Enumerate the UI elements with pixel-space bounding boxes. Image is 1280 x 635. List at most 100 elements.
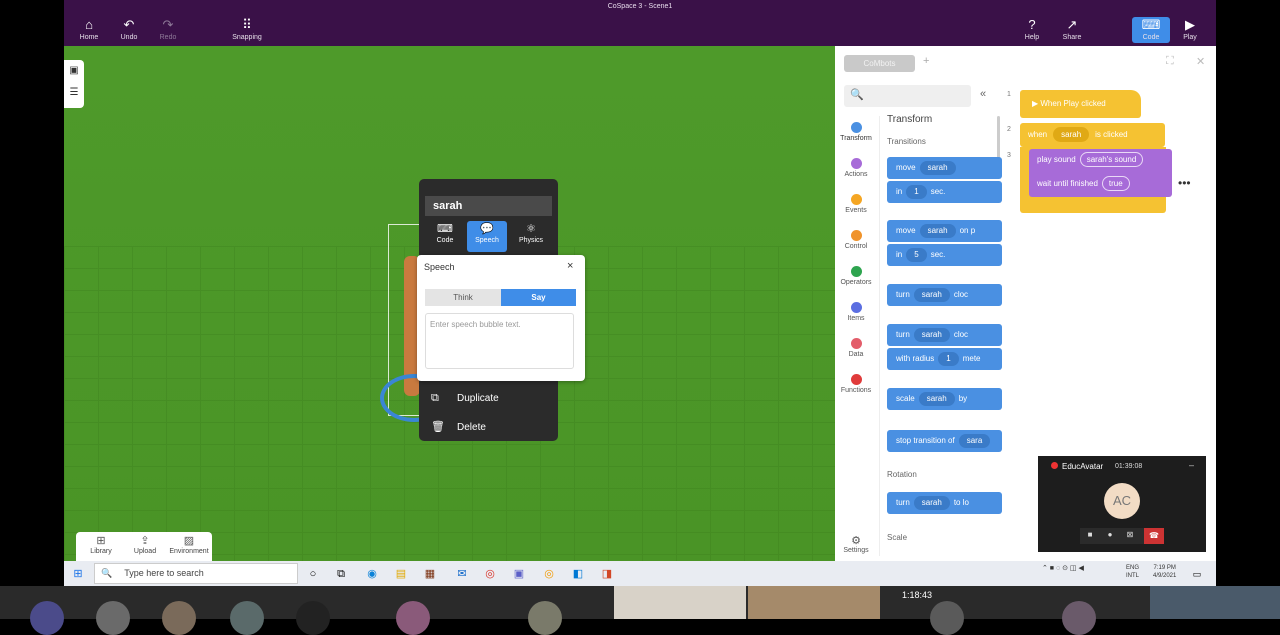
editor-tab[interactable]: CoMbots xyxy=(844,55,915,72)
upload-button[interactable]: ⇪ Upload xyxy=(123,534,167,555)
close-icon[interactable]: × xyxy=(567,260,573,272)
block-stop-transition[interactable]: stop transition of sara xyxy=(887,430,1002,452)
system-tray[interactable]: ⌃ ■ ◌ ⊙ ◫ ◀ xyxy=(1042,564,1084,572)
speech-text-input[interactable]: Enter speech bubble text. xyxy=(425,313,574,369)
category-operators[interactable]: Operators xyxy=(837,266,875,286)
category-data[interactable]: Data xyxy=(837,338,875,358)
edge-icon[interactable]: ◉ xyxy=(363,565,381,583)
mail-icon[interactable]: ✉ xyxy=(453,565,471,583)
block-move-duration[interactable]: in 5 sec. xyxy=(887,244,1002,266)
chrome-icon[interactable]: ◎ xyxy=(481,565,499,583)
participant-avatar[interactable] xyxy=(396,601,430,635)
category-functions[interactable]: Functions xyxy=(837,374,875,394)
number-input[interactable]: 1 xyxy=(938,352,959,366)
clock[interactable]: 7:19 PM 4/9/2021 xyxy=(1153,564,1176,580)
task-view-icon[interactable]: ⧉ xyxy=(332,565,350,583)
participant-avatar[interactable] xyxy=(528,601,562,635)
sound-dropdown[interactable]: sarah's sound xyxy=(1079,152,1144,167)
block-move-duration[interactable]: in 1 sec. xyxy=(887,181,1002,203)
block-turn-radius[interactable]: turn sarah cloc xyxy=(887,324,1002,346)
add-tab-button[interactable]: + xyxy=(923,55,929,67)
teams-icon[interactable]: ▣ xyxy=(510,565,528,583)
undo-button[interactable]: ↶ Undo xyxy=(109,18,149,42)
block-move[interactable]: move sarah xyxy=(887,157,1002,179)
cortana-icon[interactable]: ○ xyxy=(304,565,322,583)
settings-button[interactable]: ⚙ Settings xyxy=(843,534,869,554)
participant-avatar[interactable] xyxy=(230,601,264,635)
collapse-palette-icon[interactable]: « xyxy=(980,88,986,100)
category-items[interactable]: Items xyxy=(837,302,875,322)
participant-avatar[interactable] xyxy=(30,601,64,635)
notification-icon[interactable]: ▭ xyxy=(1188,565,1206,583)
microphone-icon[interactable]: ● xyxy=(1102,530,1118,539)
minimize-icon[interactable]: – xyxy=(1189,460,1194,470)
windows-start-icon[interactable]: ⊞ xyxy=(69,565,87,583)
share-button[interactable]: ↗ Share xyxy=(1052,18,1092,42)
play-sound-block[interactable]: play sound sarah's sound wait until finis… xyxy=(1029,149,1172,197)
category-events[interactable]: Events xyxy=(837,194,875,214)
object-dropdown[interactable]: sarah xyxy=(913,288,950,302)
object-name-field[interactable]: sarah xyxy=(425,196,552,216)
duplicate-menu-item[interactable]: ⧉ Duplicate xyxy=(431,388,551,408)
participant-avatar[interactable] xyxy=(296,601,330,635)
close-icon[interactable]: ✕ xyxy=(1196,55,1205,68)
block-turn[interactable]: turn sarah cloc xyxy=(887,284,1002,306)
event-block-play-clicked[interactable]: ▶ When Play clicked xyxy=(1020,90,1141,118)
window-icon[interactable]: ▣ xyxy=(64,60,84,82)
camera-icon[interactable]: ■ xyxy=(1082,530,1098,539)
participant-avatar[interactable] xyxy=(162,601,196,635)
number-input[interactable]: 1 xyxy=(906,185,927,199)
home-button[interactable]: ⌂ Home xyxy=(69,18,109,42)
shared-video-tile[interactable] xyxy=(614,586,746,619)
object-dropdown[interactable]: sarah xyxy=(913,328,950,342)
environment-button[interactable]: ▨ Environment xyxy=(167,534,211,555)
category-transform[interactable]: Transform xyxy=(837,122,875,142)
participant-avatar[interactable] xyxy=(1062,601,1096,635)
list-icon[interactable]: ☰ xyxy=(64,82,84,104)
number-input[interactable]: 5 xyxy=(906,248,927,262)
more-options-icon[interactable]: ••• xyxy=(1178,176,1191,190)
participant-avatar[interactable] xyxy=(96,601,130,635)
block-move-on-path[interactable]: move sarah on p xyxy=(887,220,1002,242)
object-dropdown[interactable]: sara xyxy=(958,434,991,448)
boolean-dropdown[interactable]: true xyxy=(1101,176,1130,191)
when-clicked-block[interactable]: when sarah is clicked xyxy=(1020,123,1165,147)
think-toggle[interactable]: Think xyxy=(425,289,501,306)
object-dropdown[interactable]: sarah xyxy=(1053,127,1090,142)
object-dropdown[interactable]: sarah xyxy=(919,161,956,175)
tab-code[interactable]: ⌨ Code xyxy=(425,221,465,252)
play-button[interactable]: ▶ Play xyxy=(1170,18,1210,42)
block-text: scale xyxy=(896,394,915,403)
help-button[interactable]: ? Help xyxy=(1012,18,1052,42)
store-icon[interactable]: ▦ xyxy=(421,565,439,583)
block-turn-radius-value[interactable]: with radius 1 mete xyxy=(887,348,1002,370)
participant-avatar[interactable] xyxy=(930,601,964,635)
taskbar-search-input[interactable]: 🔍 Type here to search xyxy=(94,563,298,584)
share-screen-icon[interactable]: ⊠ xyxy=(1122,530,1138,539)
participant-video-tile[interactable] xyxy=(748,586,880,619)
expand-icon[interactable]: ⛶ xyxy=(1166,55,1174,68)
block-scale[interactable]: scale sarah by xyxy=(887,388,1002,410)
outlook-icon[interactable]: ◧ xyxy=(569,565,587,583)
category-actions[interactable]: Actions xyxy=(837,158,875,178)
object-dropdown[interactable]: sarah xyxy=(913,496,950,510)
file-explorer-icon[interactable]: ▤ xyxy=(392,565,410,583)
library-button[interactable]: ⊞ Library xyxy=(79,534,123,555)
object-dropdown[interactable]: sarah xyxy=(919,224,956,238)
clock-date: 4/9/2021 xyxy=(1153,573,1177,579)
say-toggle[interactable]: Say xyxy=(501,289,576,306)
snapping-button[interactable]: ⠿ Snapping xyxy=(227,18,267,42)
block-turn-to[interactable]: turn sarah to lo xyxy=(887,492,1002,514)
tab-speech[interactable]: 💬 Speech xyxy=(467,221,507,252)
category-control[interactable]: Control xyxy=(837,230,875,250)
chrome-canary-icon[interactable]: ◎ xyxy=(540,565,558,583)
participant-video-tile[interactable] xyxy=(1150,586,1280,619)
block-search-input[interactable]: 🔍 xyxy=(844,85,971,107)
powerpoint-icon[interactable]: ◨ xyxy=(598,565,616,583)
language-indicator[interactable]: ENG INTL xyxy=(1126,564,1139,580)
redo-button[interactable]: ↷ Redo xyxy=(148,18,188,42)
tab-physics[interactable]: ⚛ Physics xyxy=(511,221,551,252)
object-dropdown[interactable]: sarah xyxy=(918,392,955,406)
delete-menu-item[interactable]: 🗑 Delete xyxy=(431,417,551,437)
hang-up-button[interactable]: ☎ xyxy=(1144,528,1164,544)
